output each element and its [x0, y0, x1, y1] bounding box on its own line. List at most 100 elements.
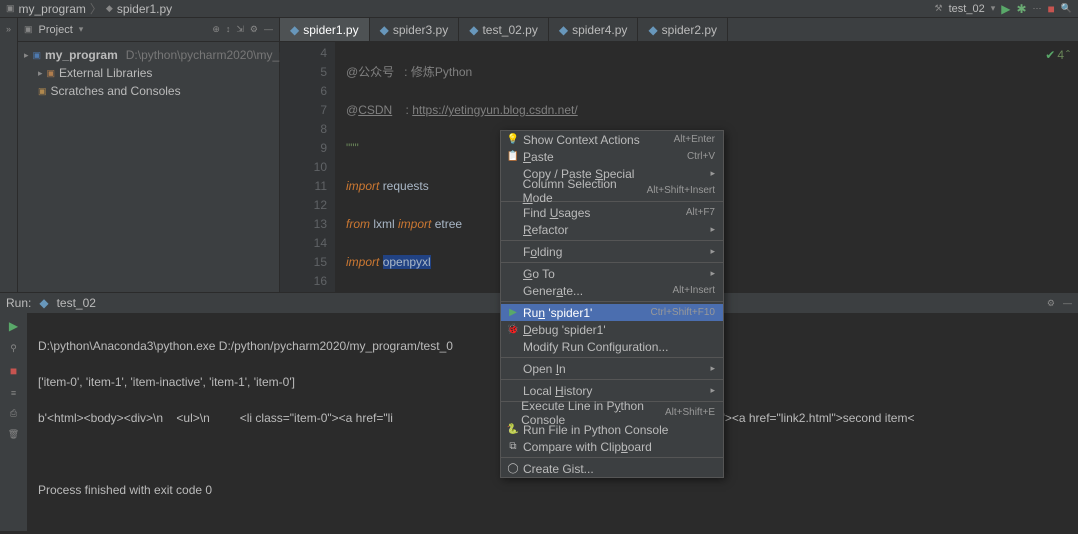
- menu-separator: [501, 457, 723, 458]
- menu-item[interactable]: 🐍Run File in Python Console: [501, 421, 723, 438]
- line-number: 14: [280, 234, 327, 253]
- python-file-icon: ◆: [648, 23, 657, 37]
- scratch-icon: ▣: [38, 86, 47, 97]
- diff-icon: ⧉: [507, 441, 519, 453]
- submenu-arrow-icon: ▸: [710, 385, 715, 396]
- tree-external-libraries[interactable]: ▸ ▣ External Libraries: [18, 64, 279, 82]
- blank-icon: [507, 185, 519, 197]
- code-text: requests: [383, 179, 429, 193]
- hide-icon[interactable]: —: [1063, 298, 1072, 308]
- layout-icon[interactable]: ≡: [11, 388, 16, 398]
- chevron-right-icon[interactable]: ▸: [24, 50, 29, 61]
- menu-item-label: Create Gist...: [523, 462, 594, 476]
- run-icon[interactable]: ▶: [1001, 2, 1010, 16]
- menu-item[interactable]: Folding▸: [501, 243, 723, 260]
- more-run-icon[interactable]: ⋯: [1033, 3, 1042, 14]
- attach-icon[interactable]: ⚲: [10, 343, 17, 354]
- breadcrumb-project: my_program: [19, 2, 86, 16]
- menu-item[interactable]: ▶Run 'spider1'Ctrl+Shift+F10: [501, 304, 723, 321]
- project-tree[interactable]: ▸ ▣ my_program D:\python\pycharm2020\my_…: [18, 42, 279, 104]
- menu-item-label: Open In: [523, 362, 566, 376]
- code-text: """: [346, 141, 359, 155]
- collapse-all-icon[interactable]: ⇲: [236, 24, 244, 35]
- menu-item[interactable]: Modify Run Configuration...: [501, 338, 723, 355]
- editor-tab[interactable]: ◆test_02.py: [459, 18, 549, 41]
- menu-item[interactable]: Execute Line in Python ConsoleAlt+Shift+…: [501, 404, 723, 421]
- gear-icon[interactable]: ⚙: [250, 24, 258, 35]
- menu-item[interactable]: Find UsagesAlt+F7: [501, 204, 723, 221]
- stop-icon[interactable]: ■: [10, 364, 17, 378]
- blank-icon: [507, 285, 519, 297]
- line-number: 9: [280, 139, 327, 158]
- menu-item[interactable]: 💡Show Context ActionsAlt+Enter: [501, 131, 723, 148]
- menu-separator: [501, 357, 723, 358]
- blank-icon: [507, 246, 519, 258]
- editor-context-menu[interactable]: 💡Show Context ActionsAlt+Enter📋PasteCtrl…: [500, 130, 724, 478]
- menu-separator: [501, 379, 723, 380]
- line-number: 5: [280, 63, 327, 82]
- python-file-icon: ◆: [106, 3, 113, 14]
- select-opened-file-icon[interactable]: ⊕: [212, 24, 220, 35]
- menu-item-label: Refactor: [523, 223, 568, 237]
- expand-all-icon[interactable]: ↕: [226, 24, 231, 35]
- menu-shortcut: Alt+Shift+E: [665, 407, 715, 418]
- tree-scratches[interactable]: ▣ Scratches and Consoles: [18, 82, 279, 100]
- chevron-down-icon[interactable]: ▾: [79, 24, 84, 35]
- line-number: 13: [280, 215, 327, 234]
- submenu-arrow-icon: ▸: [710, 246, 715, 257]
- code-text: from: [346, 217, 370, 231]
- menu-item-label: Show Context Actions: [523, 133, 640, 147]
- chevron-right-icon[interactable]: ▸: [38, 68, 43, 79]
- code-text: :: [392, 103, 412, 117]
- menu-item-label: Go To: [523, 267, 555, 281]
- rerun-icon[interactable]: ▶: [9, 319, 18, 333]
- menu-separator: [501, 240, 723, 241]
- line-number: 10: [280, 158, 327, 177]
- hide-icon[interactable]: —: [264, 24, 273, 35]
- breadcrumb[interactable]: ▣ my_program 〉 ◆ spider1.py: [6, 0, 172, 17]
- tab-label: spider3.py: [393, 23, 448, 37]
- code-selection: openpyxl: [383, 255, 431, 269]
- menu-item[interactable]: Generate...Alt+Insert: [501, 282, 723, 299]
- navigation-bar: ▣ my_program 〉 ◆ spider1.py ⚒ test_02 ▾ …: [0, 0, 1078, 18]
- menu-item[interactable]: Open In▸: [501, 360, 723, 377]
- blank-icon: [507, 224, 519, 236]
- inspection-badge[interactable]: ✔ 4 ˆ: [1045, 48, 1070, 62]
- tree-item-label: External Libraries: [59, 66, 152, 80]
- menu-item[interactable]: 📋PasteCtrl+V: [501, 148, 723, 165]
- debug-icon[interactable]: ✱: [1016, 2, 1026, 16]
- editor-tab[interactable]: ◆spider4.py: [549, 18, 639, 41]
- editor-tab[interactable]: ◆spider1.py: [280, 18, 370, 41]
- python-file-icon: ◆: [380, 23, 389, 37]
- run-config-selector[interactable]: test_02: [949, 3, 985, 15]
- play-icon: ▶: [507, 307, 519, 319]
- menu-item[interactable]: Go To▸: [501, 265, 723, 282]
- project-panel-title: Project: [39, 24, 73, 36]
- gear-icon[interactable]: ⚙: [1047, 298, 1055, 309]
- menu-item[interactable]: 🐞Debug 'spider1': [501, 321, 723, 338]
- print-icon[interactable]: ⎙: [10, 408, 17, 419]
- menu-item[interactable]: Local History▸: [501, 382, 723, 399]
- code-text: CSDN: [358, 103, 392, 117]
- trash-icon[interactable]: 🗑: [8, 429, 19, 440]
- expand-icon[interactable]: »: [4, 24, 14, 34]
- code-text: etree: [435, 217, 462, 231]
- breadcrumb-file: spider1.py: [117, 2, 172, 16]
- chevron-down-icon[interactable]: ▾: [991, 3, 996, 14]
- menu-item-label: Run File in Python Console: [523, 423, 668, 437]
- code-text: import: [346, 179, 379, 193]
- stop-icon[interactable]: ■: [1048, 2, 1055, 16]
- code-text: import: [398, 217, 431, 231]
- project-panel-header: ▣ Project ▾ ⊕ ↕ ⇲ ⚙ —: [18, 18, 279, 42]
- github-icon: ◯: [507, 463, 519, 475]
- menu-item-label: Debug 'spider1': [523, 323, 606, 337]
- editor-tab[interactable]: ◆ spider3.py: [370, 18, 460, 41]
- editor-tab[interactable]: ◆spider2.py: [638, 18, 728, 41]
- menu-item[interactable]: Refactor▸: [501, 221, 723, 238]
- menu-item[interactable]: Column Selection ModeAlt+Shift+Insert: [501, 182, 723, 199]
- menu-item[interactable]: ⧉Compare with Clipboard: [501, 438, 723, 455]
- search-icon[interactable]: 🔍: [1061, 3, 1072, 14]
- menu-item[interactable]: ◯ Create Gist...: [501, 460, 723, 477]
- tree-root[interactable]: ▸ ▣ my_program D:\python\pycharm2020\my_…: [18, 46, 279, 64]
- hammer-icon[interactable]: ⚒: [935, 3, 943, 14]
